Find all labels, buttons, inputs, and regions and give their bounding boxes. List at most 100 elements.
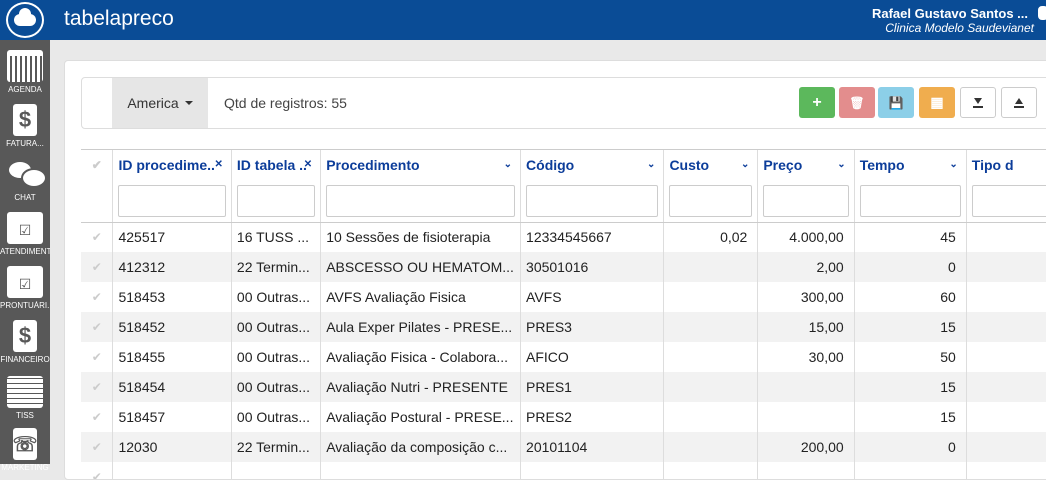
cloud-logo-icon[interactable] [6, 2, 44, 38]
table-cell[interactable] [663, 372, 759, 402]
filter-custo-input[interactable] [669, 184, 753, 217]
table-cell[interactable] [966, 312, 1046, 342]
table-cell[interactable]: 0 [854, 252, 967, 282]
filter-procedimento-input[interactable] [326, 184, 516, 217]
table-cell[interactable] [663, 312, 759, 342]
table-cell[interactable]: ABSCESSO OU HEMATOM... [320, 252, 522, 282]
column-header-id-tabela[interactable]: ID tabela .. ✕ [231, 150, 322, 180]
row-checkbox[interactable]: ✔ [81, 372, 114, 402]
table-cell[interactable] [231, 462, 322, 479]
table-cell[interactable]: 15 [854, 312, 967, 342]
table-cell[interactable]: AFICO [520, 342, 665, 372]
table-cell[interactable]: 518454 [112, 372, 232, 402]
table-cell[interactable]: 50 [854, 342, 967, 372]
column-header-tipo[interactable]: Tipo d [966, 150, 1046, 180]
table-cell[interactable] [757, 372, 855, 402]
column-header-custo[interactable]: Custo ⌄ [663, 150, 759, 180]
calculator-button[interactable]: ▦ [919, 87, 955, 118]
table-cell[interactable]: 45 [854, 222, 967, 252]
sidebar-item-financeiro[interactable]: $ FINANCEIRO [0, 314, 50, 370]
table-cell[interactable] [112, 462, 232, 479]
table-cell[interactable]: 60 [854, 282, 967, 312]
table-row[interactable]: ✔ 518455 00 Outras... Avaliação Fisica - Co… [81, 342, 1046, 372]
table-cell[interactable]: 12334545667 [520, 222, 665, 252]
sidebar-item-faturamento[interactable]: $ FATURA... [0, 98, 50, 154]
table-cell[interactable]: 4.000,00 [757, 222, 855, 252]
region-dropdown[interactable]: America [112, 78, 208, 128]
table-row[interactable]: ✔ [81, 462, 1046, 479]
table-cell[interactable]: 518455 [112, 342, 232, 372]
table-cell[interactable] [663, 432, 759, 462]
table-cell[interactable]: 15 [854, 372, 967, 402]
table-cell[interactable]: 518452 [112, 312, 232, 342]
row-checkbox[interactable]: ✔ [81, 252, 114, 282]
column-header-codigo[interactable]: Código ⌄ [520, 150, 665, 180]
save-button[interactable]: 💾 [878, 87, 914, 118]
table-cell[interactable]: 2,00 [757, 252, 855, 282]
table-cell[interactable]: 22 Termin... [231, 432, 322, 462]
row-checkbox[interactable]: ✔ [81, 432, 114, 462]
table-cell[interactable]: 00 Outras... [231, 372, 322, 402]
table-cell[interactable]: Avaliação Postural - PRESE... [320, 402, 522, 432]
sidebar-item-prontuario[interactable]: ☑ PRONTUÁRI... [0, 260, 50, 316]
table-cell[interactable]: PRES3 [520, 312, 665, 342]
table-cell[interactable] [854, 462, 967, 479]
user-name[interactable]: Rafael Gustavo Santos ... [872, 6, 1028, 21]
table-cell[interactable] [520, 462, 665, 479]
column-header-procedimento[interactable]: Procedimento ⌄ [320, 150, 522, 180]
table-cell[interactable]: 16 TUSS ... [231, 222, 322, 252]
table-cell[interactable]: Avaliação Nutri - PRESENTE [320, 372, 522, 402]
filter-id-procedimento-input[interactable] [118, 184, 226, 217]
table-cell[interactable]: 10 Sessões de fisioterapia [320, 222, 522, 252]
table-row[interactable]: ✔ 518454 00 Outras... Avaliação Nutri - PRE… [81, 372, 1046, 402]
filter-id-tabela-input[interactable] [236, 184, 316, 217]
table-cell[interactable]: 00 Outras... [231, 312, 322, 342]
table-cell[interactable] [663, 462, 759, 479]
table-cell[interactable] [663, 342, 759, 372]
row-checkbox[interactable]: ✔ [81, 342, 114, 372]
table-cell[interactable]: 30501016 [520, 252, 665, 282]
table-cell[interactable] [966, 402, 1046, 432]
sidebar-item-chat[interactable]: CHAT [0, 152, 50, 208]
table-cell[interactable]: 425517 [112, 222, 232, 252]
table-cell[interactable] [966, 252, 1046, 282]
table-cell[interactable]: 300,00 [757, 282, 855, 312]
filter-tipo-input[interactable] [971, 184, 1046, 217]
table-cell[interactable]: 00 Outras... [231, 282, 322, 312]
table-cell[interactable]: 30,00 [757, 342, 855, 372]
table-cell[interactable] [966, 282, 1046, 312]
filter-preco-input[interactable] [763, 184, 849, 217]
download-button[interactable] [960, 87, 996, 118]
table-row[interactable]: ✔ 518457 00 Outras... Avaliação Postural - … [81, 402, 1046, 432]
table-cell[interactable]: 0 [854, 432, 967, 462]
sidebar-item-marketing[interactable]: ☏ MARKETING [0, 422, 50, 478]
upload-button[interactable] [1001, 87, 1037, 118]
table-cell[interactable] [966, 372, 1046, 402]
column-header-preco[interactable]: Preço ⌄ [757, 150, 855, 180]
table-cell[interactable]: 518457 [112, 402, 232, 432]
table-cell[interactable]: 00 Outras... [231, 342, 322, 372]
table-cell[interactable]: Avaliação Fisica - Colabora... [320, 342, 522, 372]
table-cell[interactable]: 412312 [112, 252, 232, 282]
table-cell[interactable]: 200,00 [757, 432, 855, 462]
table-cell[interactable] [663, 402, 759, 432]
row-checkbox[interactable]: ✔ [81, 402, 114, 432]
table-cell[interactable]: 15,00 [757, 312, 855, 342]
table-cell[interactable]: 15 [854, 402, 967, 432]
table-cell[interactable] [757, 462, 855, 479]
table-cell[interactable]: 12030 [112, 432, 232, 462]
table-row[interactable]: ✔ 518452 00 Outras... Aula Exper Pilates - … [81, 312, 1046, 342]
column-header-id-procedimento[interactable]: ID procedime.. ✕ [112, 150, 232, 180]
table-cell[interactable]: PRES1 [520, 372, 665, 402]
table-cell[interactable]: 518453 [112, 282, 232, 312]
table-cell[interactable]: 20101104 [520, 432, 665, 462]
delete-button[interactable]: 🗑 [839, 87, 875, 118]
table-cell[interactable] [663, 282, 759, 312]
sidebar-item-agenda[interactable]: AGENDA [0, 44, 50, 100]
add-button[interactable]: + [799, 87, 835, 118]
table-cell[interactable] [757, 402, 855, 432]
table-cell[interactable]: 0,02 [663, 222, 759, 252]
row-checkbox[interactable]: ✔ [81, 222, 114, 252]
table-cell[interactable] [966, 342, 1046, 372]
table-cell[interactable]: Avaliação da composição c... [320, 432, 522, 462]
